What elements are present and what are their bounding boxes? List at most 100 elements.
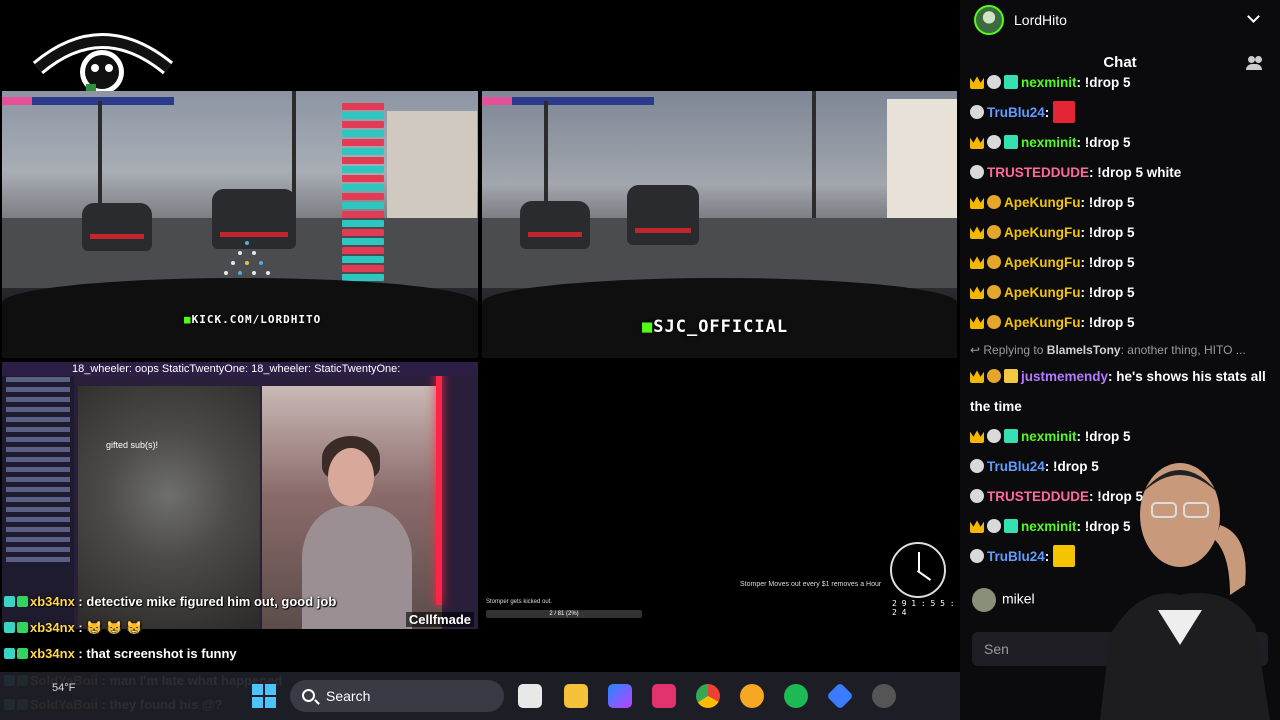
- webcam-left: [78, 386, 260, 629]
- chat-text: !drop 5: [1088, 195, 1135, 210]
- chat-message[interactable]: nexminit: !drop 5: [970, 128, 1270, 158]
- search-label: Search: [326, 688, 371, 704]
- gold-badge-icon: [987, 315, 1001, 329]
- webcam-right: [262, 386, 442, 629]
- chat-message[interactable]: nexminit: !drop 5: [970, 68, 1270, 98]
- viewer-row[interactable]: mikel: [972, 588, 1035, 612]
- chat-message[interactable]: TRUSTEDDUDE: !drop 5 white: [970, 158, 1270, 188]
- reply-indicator[interactable]: ↩ Replying to BlameIsTony: another thing…: [970, 338, 1270, 362]
- timer-readout: 2 9 1 : 5 5 : 2 4: [892, 599, 955, 617]
- chat-username[interactable]: TruBlu24: [987, 105, 1045, 120]
- gold-badge-icon: [987, 369, 1001, 383]
- badge-icon: [17, 596, 28, 607]
- chat-text: !drop 5 white: [1097, 165, 1182, 180]
- man-badge-icon: [987, 135, 1001, 149]
- overlay-chat-message: xb34nx : 😸 😸 😸: [4, 620, 142, 636]
- crown-badge-icon: [970, 430, 984, 443]
- chat-text: !drop 5: [1084, 135, 1131, 150]
- crown-badge-icon: [970, 256, 984, 269]
- chat-text: !drop 5: [1088, 315, 1135, 330]
- overlay-text: 😸 😸 😸: [86, 620, 143, 635]
- chat-username[interactable]: TruBlu24: [987, 549, 1045, 564]
- sun-app-icon[interactable]: [740, 684, 764, 708]
- overlay-chat-message: xb34nx : that screenshot is funny: [4, 646, 237, 661]
- chrome-icon[interactable]: [696, 684, 720, 708]
- chat-username[interactable]: nexminit: [1021, 135, 1077, 150]
- chat-username[interactable]: nexminit: [1021, 75, 1077, 90]
- channel-header[interactable]: LordHito: [960, 0, 1280, 40]
- man-badge-icon: [970, 165, 984, 179]
- file-explorer-icon[interactable]: [564, 684, 588, 708]
- weather-label[interactable]: 54°F: [52, 682, 75, 694]
- gem-badge-icon: [1004, 519, 1018, 533]
- taskbar-search[interactable]: Search: [290, 680, 504, 712]
- chat-username[interactable]: ApeKungFu: [1004, 255, 1081, 270]
- crown-badge-icon: [970, 316, 984, 329]
- kick-watermark: ■KICK.COM/LORDHITO: [184, 313, 322, 326]
- chat-username[interactable]: justmemendy: [1021, 369, 1108, 384]
- goal-progress: 2 / 81 (2%): [486, 610, 642, 618]
- chevron-down-icon[interactable]: [1247, 10, 1260, 23]
- crown-badge-icon: [970, 136, 984, 149]
- start-button[interactable]: [252, 684, 276, 708]
- copilot-icon[interactable]: [608, 684, 632, 708]
- chat-message[interactable]: justmemendy: he's shows his stats all th…: [970, 362, 1270, 422]
- avatar: [972, 588, 996, 612]
- picsart-icon[interactable]: [652, 684, 676, 708]
- search-icon: [302, 689, 315, 702]
- chat-message[interactable]: TruBlu24:: [970, 98, 1270, 128]
- chat-username[interactable]: nexminit: [1021, 429, 1077, 444]
- avatar[interactable]: [974, 5, 1004, 35]
- man-badge-icon: [970, 459, 984, 473]
- chat-message[interactable]: ApeKungFu: !drop 5: [970, 248, 1270, 278]
- donation-list: [342, 103, 384, 310]
- gold-badge-icon: [987, 195, 1001, 209]
- chat-message[interactable]: ApeKungFu: !drop 5: [970, 278, 1270, 308]
- crown-badge-icon: [970, 196, 984, 209]
- windows-taskbar: 54°F Search: [0, 672, 960, 720]
- crown-badge-icon: [970, 76, 984, 89]
- kicked-label: Stomper gets kicked out.: [486, 599, 553, 605]
- overlay-username: xb34nx: [30, 620, 75, 635]
- chat-message[interactable]: ApeKungFu: !drop 5: [970, 308, 1270, 338]
- badge-icon: [17, 622, 28, 633]
- mikeliaory-logo: [30, 20, 175, 100]
- app-icon[interactable]: [826, 682, 854, 710]
- obs-icon[interactable]: [872, 684, 896, 708]
- gold-badge-icon: [987, 285, 1001, 299]
- overlay-chat-message: xb34nx : detective mike figured him out,…: [4, 594, 336, 609]
- chat-username[interactable]: TRUSTEDDUDE: [987, 489, 1089, 504]
- gift-badge-icon: [1004, 369, 1018, 383]
- gem-badge-icon: [1004, 135, 1018, 149]
- man-badge-icon: [970, 489, 984, 503]
- channel-name[interactable]: LordHito: [1014, 12, 1067, 28]
- overlay-text: that screenshot is funny: [86, 646, 237, 661]
- gold-badge-icon: [987, 225, 1001, 239]
- badge-icon: [4, 622, 15, 633]
- chat-message[interactable]: ApeKungFu: !drop 5: [970, 218, 1270, 248]
- file-app-icon[interactable]: [518, 684, 542, 708]
- chat-username[interactable]: TRUSTEDDUDE: [987, 165, 1089, 180]
- chat-message[interactable]: ApeKungFu: !drop 5: [970, 188, 1270, 218]
- hud-progress-bar: [2, 97, 174, 105]
- man-badge-icon: [970, 549, 984, 563]
- spotify-icon[interactable]: [784, 684, 808, 708]
- chat-text: !drop 5: [1088, 255, 1135, 270]
- cellfmade-tag: Cellfmade: [405, 612, 474, 627]
- gem-badge-icon: [1004, 429, 1018, 443]
- gem-badge-icon: [1004, 75, 1018, 89]
- stomper-label: Stomper Moves out every $1 removes a Hou…: [740, 581, 882, 588]
- chat-username[interactable]: nexminit: [1021, 519, 1077, 534]
- badge-icon: [4, 648, 15, 659]
- chat-username[interactable]: TruBlu24: [987, 459, 1045, 474]
- chat-username[interactable]: ApeKungFu: [1004, 225, 1081, 240]
- crown-badge-icon: [970, 370, 984, 383]
- chat-username[interactable]: ApeKungFu: [1004, 195, 1081, 210]
- chat-username[interactable]: ApeKungFu: [1004, 315, 1081, 330]
- chat-username[interactable]: ApeKungFu: [1004, 285, 1081, 300]
- man-badge-icon: [970, 105, 984, 119]
- chat-text: !drop 5: [1088, 285, 1135, 300]
- crown-badge-icon: [970, 286, 984, 299]
- kick-watermark: ■SJC_OFFICIAL: [642, 317, 789, 337]
- streamer-webcam: [1080, 445, 1280, 720]
